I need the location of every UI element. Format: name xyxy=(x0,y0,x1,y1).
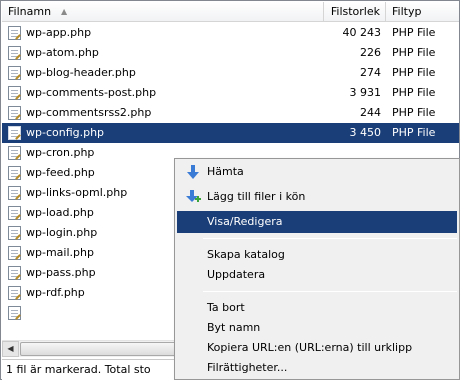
php-file-icon xyxy=(8,26,21,40)
file-name: wp-pass.php xyxy=(26,266,96,279)
file-name: wp-links-opml.php xyxy=(26,186,128,199)
file-name: wp-comments-post.php xyxy=(26,86,157,99)
context-menu: Hämta Lägg till filer i kön Visa/Rediger… xyxy=(174,158,460,380)
php-file-icon xyxy=(8,306,21,320)
menu-item-label: Kopiera URL:en (URL:erna) till urklipp xyxy=(207,341,413,354)
file-type: PHP File xyxy=(392,46,436,59)
menu-item-label: Byt namn xyxy=(207,321,261,334)
file-type: PHP File xyxy=(392,126,436,139)
php-file-icon xyxy=(8,126,21,140)
file-row[interactable]: wp-comments-post.php 3 931 PHP File xyxy=(2,83,459,103)
menu-item-download[interactable]: Hämta xyxy=(177,161,457,183)
file-size: 244 xyxy=(360,106,381,119)
download-arrow-icon xyxy=(187,165,199,179)
php-file-icon xyxy=(8,246,21,260)
file-list-header: Filnamn ▲ Filstorlek Filtyp xyxy=(2,2,459,22)
php-file-icon xyxy=(8,286,21,300)
php-file-icon xyxy=(8,186,21,200)
php-file-icon xyxy=(8,66,21,80)
scrollbar-thumb[interactable] xyxy=(20,342,180,356)
column-header-filesize[interactable]: Filstorlek xyxy=(324,2,386,22)
php-file-icon xyxy=(8,266,21,280)
menu-item-label: Visa/Redigera xyxy=(207,215,283,228)
file-size: 3 931 xyxy=(349,86,382,99)
file-type: PHP File xyxy=(392,66,436,79)
menu-item-label: Skapa katalog xyxy=(207,248,285,261)
file-name: wp-feed.php xyxy=(26,166,95,179)
menu-separator xyxy=(203,291,457,292)
menu-item-label: Ta bort xyxy=(207,301,245,314)
php-file-icon xyxy=(8,146,21,160)
menu-item-label: Lägg till filer i kön xyxy=(207,190,306,203)
php-file-icon xyxy=(8,166,21,180)
menu-item-create-directory[interactable]: Skapa katalog xyxy=(177,244,457,266)
menu-item-add-to-queue[interactable]: Lägg till filer i kön xyxy=(177,186,457,208)
menu-item-view-edit[interactable]: Visa/Redigera xyxy=(177,211,457,233)
file-name: wp-commentsrss2.php xyxy=(26,106,152,119)
menu-item-file-permissions[interactable]: Filrättigheter... xyxy=(177,357,457,379)
file-size: 274 xyxy=(360,66,381,79)
file-row-selected[interactable]: wp-config.php 3 450 PHP File xyxy=(2,123,459,143)
php-file-icon xyxy=(8,226,21,240)
file-row[interactable]: wp-app.php 40 243 PHP File xyxy=(2,23,459,43)
file-type: PHP File xyxy=(392,106,436,119)
file-row[interactable]: wp-atom.php 226 PHP File xyxy=(2,43,459,63)
file-size: 3 450 xyxy=(349,126,382,139)
file-name: wp-rdf.php xyxy=(26,286,85,299)
add-to-queue-icon xyxy=(186,190,201,202)
menu-item-label: Uppdatera xyxy=(207,268,266,281)
file-type: PHP File xyxy=(392,86,436,99)
php-file-icon xyxy=(8,206,21,220)
menu-item-label: Hämta xyxy=(207,165,244,178)
menu-item-refresh[interactable]: Uppdatera xyxy=(177,264,457,286)
file-row[interactable]: wp-blog-header.php 274 PHP File xyxy=(2,63,459,83)
php-file-icon xyxy=(8,106,21,120)
file-name: wp-atom.php xyxy=(26,46,99,59)
column-header-filename[interactable]: Filnamn ▲ xyxy=(2,2,324,22)
file-size: 40 243 xyxy=(342,26,382,39)
file-name: wp-app.php xyxy=(26,26,92,39)
menu-separator xyxy=(203,238,457,239)
menu-item-label: Filrättigheter... xyxy=(207,361,288,374)
php-file-icon xyxy=(8,86,21,100)
file-name: wp-cron.php xyxy=(26,146,95,159)
file-name: wp-blog-header.php xyxy=(26,66,136,79)
sort-ascending-icon: ▲ xyxy=(61,7,68,16)
file-name: wp-login.php xyxy=(26,226,98,239)
menu-item-rename[interactable]: Byt namn xyxy=(177,317,457,339)
menu-item-copy-url[interactable]: Kopiera URL:en (URL:erna) till urklipp xyxy=(177,337,457,359)
column-header-filetype[interactable]: Filtyp xyxy=(386,2,459,22)
file-name: wp-load.php xyxy=(26,206,94,219)
file-row[interactable]: wp-commentsrss2.php 244 PHP File xyxy=(2,103,459,123)
php-file-icon xyxy=(8,46,21,60)
menu-item-delete[interactable]: Ta bort xyxy=(177,297,457,319)
file-type: PHP File xyxy=(392,26,436,39)
file-name: wp-mail.php xyxy=(26,246,94,259)
scroll-left-arrow-icon[interactable]: ◀ xyxy=(2,341,19,357)
file-size: 226 xyxy=(360,46,381,59)
file-name: wp-config.php xyxy=(26,126,105,139)
